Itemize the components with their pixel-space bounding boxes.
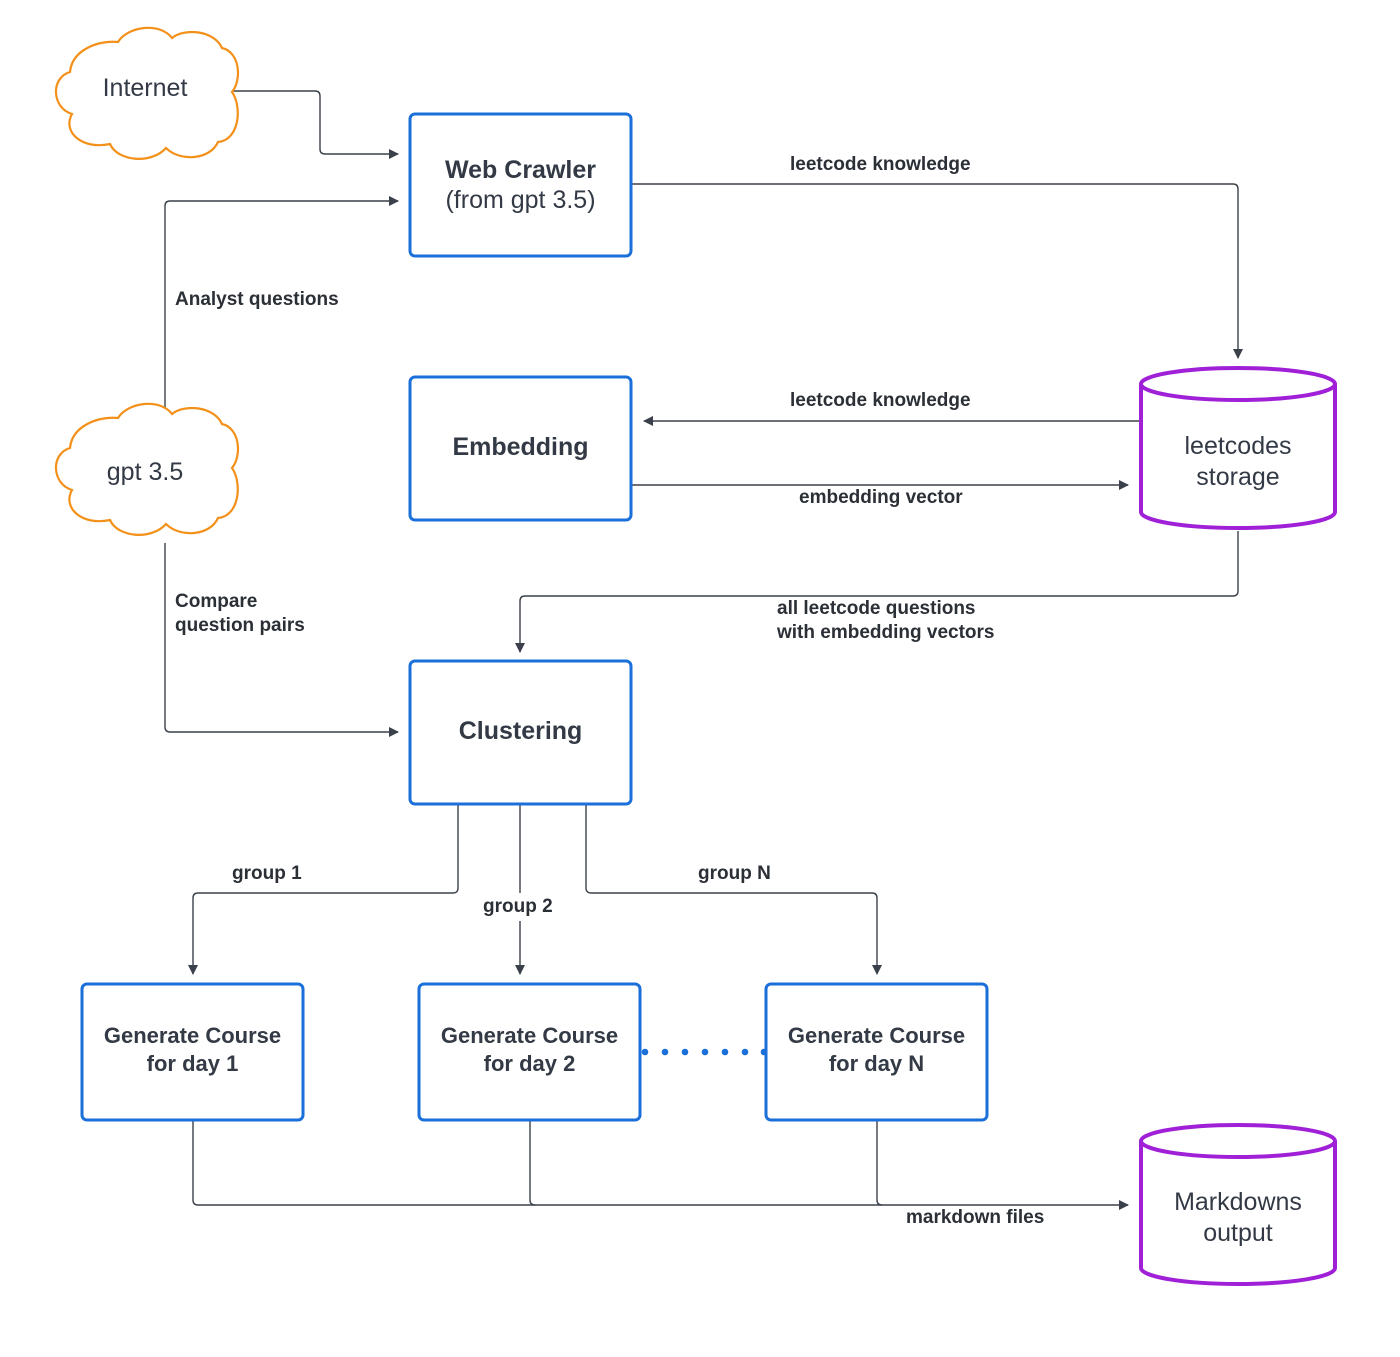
- course-day2-label: Generate Course for day 2: [440, 1023, 619, 1076]
- edge-internet-to-crawler[interactable]: [232, 90, 399, 159]
- embedding-label: Embedding: [452, 432, 589, 461]
- internet-label: Internet: [102, 73, 188, 102]
- clustering-label: Clustering: [458, 716, 583, 745]
- edge-label-group1: group 1: [232, 863, 302, 884]
- edge-label-embedding-vector: embedding vector: [799, 487, 963, 508]
- diagram-canvas: [54, 26, 1337, 1286]
- edge-dayN-to-markdowns[interactable]: [876, 1121, 883, 1206]
- markdowns-output-label: Markdowns output: [1174, 1188, 1302, 1247]
- edge-label-markdown-files: markdown files: [906, 1207, 1045, 1228]
- gpt-label: gpt 3.5: [106, 457, 184, 486]
- edge-groupN[interactable]: [585, 805, 882, 975]
- edge-group1[interactable]: [188, 805, 459, 975]
- edge-label-all-questions: all leetcode questions with embedding ve…: [777, 598, 995, 643]
- edge-label-storage-to-embedding: leetcode knowledge: [790, 390, 971, 411]
- course-day1-label: Generate Course for day 1: [103, 1023, 282, 1076]
- web-crawler-node: Web Crawler (from gpt 3.5): [410, 114, 631, 256]
- web-crawler-title: Web Crawler: [445, 156, 596, 184]
- edge-label-groupN: group N: [698, 863, 771, 884]
- edge-label-compare-pairs: Compare question pairs: [175, 591, 305, 636]
- ellipsis-dots: [641, 1048, 768, 1056]
- course-dayN-label: Generate Course for day N: [787, 1023, 966, 1076]
- leetcodes-storage-label: leetcodes storage: [1184, 432, 1292, 491]
- edge-crawler-to-storage[interactable]: [632, 183, 1243, 359]
- edge-day1-to-markdowns[interactable]: [192, 1121, 1129, 1210]
- edge-label-analyst-questions: Analyst questions: [175, 289, 339, 310]
- edge-label-crawler-to-storage: leetcode knowledge: [790, 154, 971, 175]
- edge-day2-to-markdowns[interactable]: [529, 1121, 536, 1206]
- edge-label-group2: group 2: [483, 895, 553, 919]
- web-crawler-subtitle: (from gpt 3.5): [445, 186, 596, 214]
